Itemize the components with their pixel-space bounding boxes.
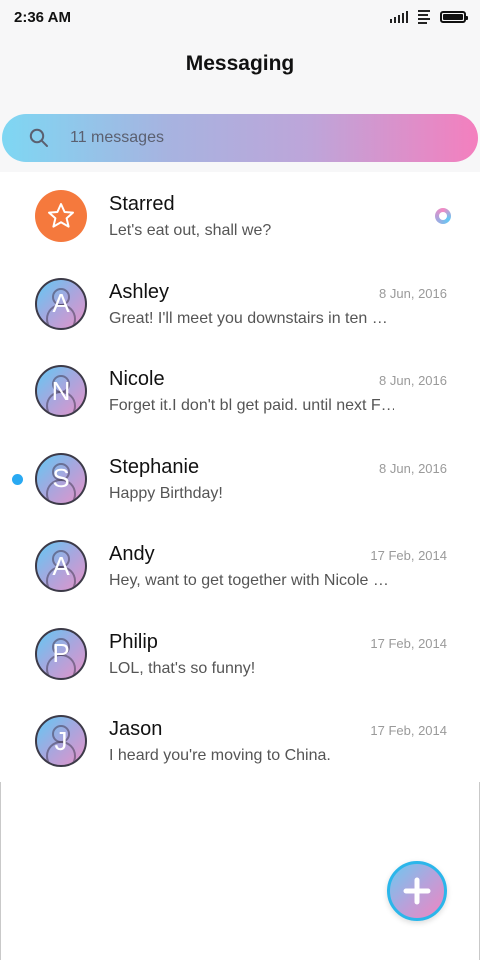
conversation-row[interactable]: A Ashley Great! I'll meet you downstairs…	[0, 260, 480, 348]
message-list: Starred Let's eat out, shall we? A Ashle…	[0, 172, 480, 782]
conversation-row[interactable]: P Philip LOL, that's so funny! 17 Feb, 2…	[0, 610, 480, 698]
conversation-row-starred[interactable]: Starred Let's eat out, shall we?	[0, 172, 480, 260]
contact-name: Andy	[109, 543, 155, 565]
message-preview: Let's eat out, shall we?	[109, 222, 272, 239]
status-icons	[390, 10, 468, 24]
contact-name: Starred	[109, 193, 175, 215]
page-title: Messaging	[185, 52, 295, 75]
battery-icon	[440, 11, 468, 23]
message-preview: Happy Birthday!	[109, 484, 223, 502]
message-date: 8 Jun, 2016	[379, 285, 447, 301]
message-preview: Hey, want to get together with Nicole …	[109, 572, 389, 589]
contact-name: Philip	[109, 630, 158, 653]
unread-indicator	[12, 473, 23, 485]
avatar-letter: S	[52, 463, 70, 493]
new-message-button[interactable]	[387, 861, 447, 921]
avatar: A	[35, 540, 87, 592]
signal-icon	[390, 11, 408, 23]
search-bar[interactable]: 11 messages	[2, 114, 478, 162]
message-preview: Great! I'll meet you downstairs in ten …	[109, 309, 388, 327]
star-icon	[48, 203, 74, 228]
status-time: 2:36 AM	[14, 8, 71, 26]
search-input[interactable]: 11 messages	[70, 129, 164, 147]
avatar: P	[35, 627, 87, 680]
search-icon	[28, 127, 50, 149]
ring-indicator-icon	[435, 208, 451, 224]
contact-name: Ashley	[109, 280, 170, 303]
data-icon	[418, 10, 430, 24]
status-bar: 2:36 AM	[0, 0, 480, 34]
message-preview: I heard you're moving to China.	[109, 747, 331, 764]
contact-name: Jason	[109, 718, 163, 740]
avatar: A	[35, 277, 87, 330]
avatar-letter: A	[52, 288, 70, 318]
conversation-row[interactable]: A Andy Hey, want to get together with Ni…	[0, 522, 480, 610]
avatar: N	[35, 365, 87, 417]
avatar-letter: J	[54, 725, 68, 756]
contact-name: Nicole	[109, 368, 165, 390]
avatar-letter: P	[52, 638, 70, 668]
starred-avatar	[35, 190, 87, 242]
avatar-letter: A	[52, 550, 70, 581]
conversation-row[interactable]: J Jason I heard you're moving to China. …	[0, 697, 480, 785]
message-date: 17 Feb, 2014	[370, 548, 447, 563]
avatar: J	[35, 715, 87, 767]
plus-icon	[403, 877, 431, 905]
contact-name: Stephanie	[109, 455, 200, 478]
avatar: S	[35, 452, 87, 505]
conversation-row[interactable]: N Nicole Forget it.I don't bl get paid. …	[0, 347, 480, 435]
message-date: 17 Feb, 2014	[370, 723, 447, 738]
message-preview: Forget it.I don't bl get paid. until nex…	[109, 397, 394, 414]
message-date: 17 Feb, 2014	[370, 635, 447, 651]
message-date: 8 Jun, 2016	[379, 460, 447, 476]
message-date: 8 Jun, 2016	[379, 373, 447, 388]
conversation-row[interactable]: S Stephanie Happy Birthday! 8 Jun, 2016	[0, 435, 480, 523]
avatar-letter: N	[51, 375, 71, 406]
message-preview: LOL, that's so funny!	[109, 659, 256, 677]
